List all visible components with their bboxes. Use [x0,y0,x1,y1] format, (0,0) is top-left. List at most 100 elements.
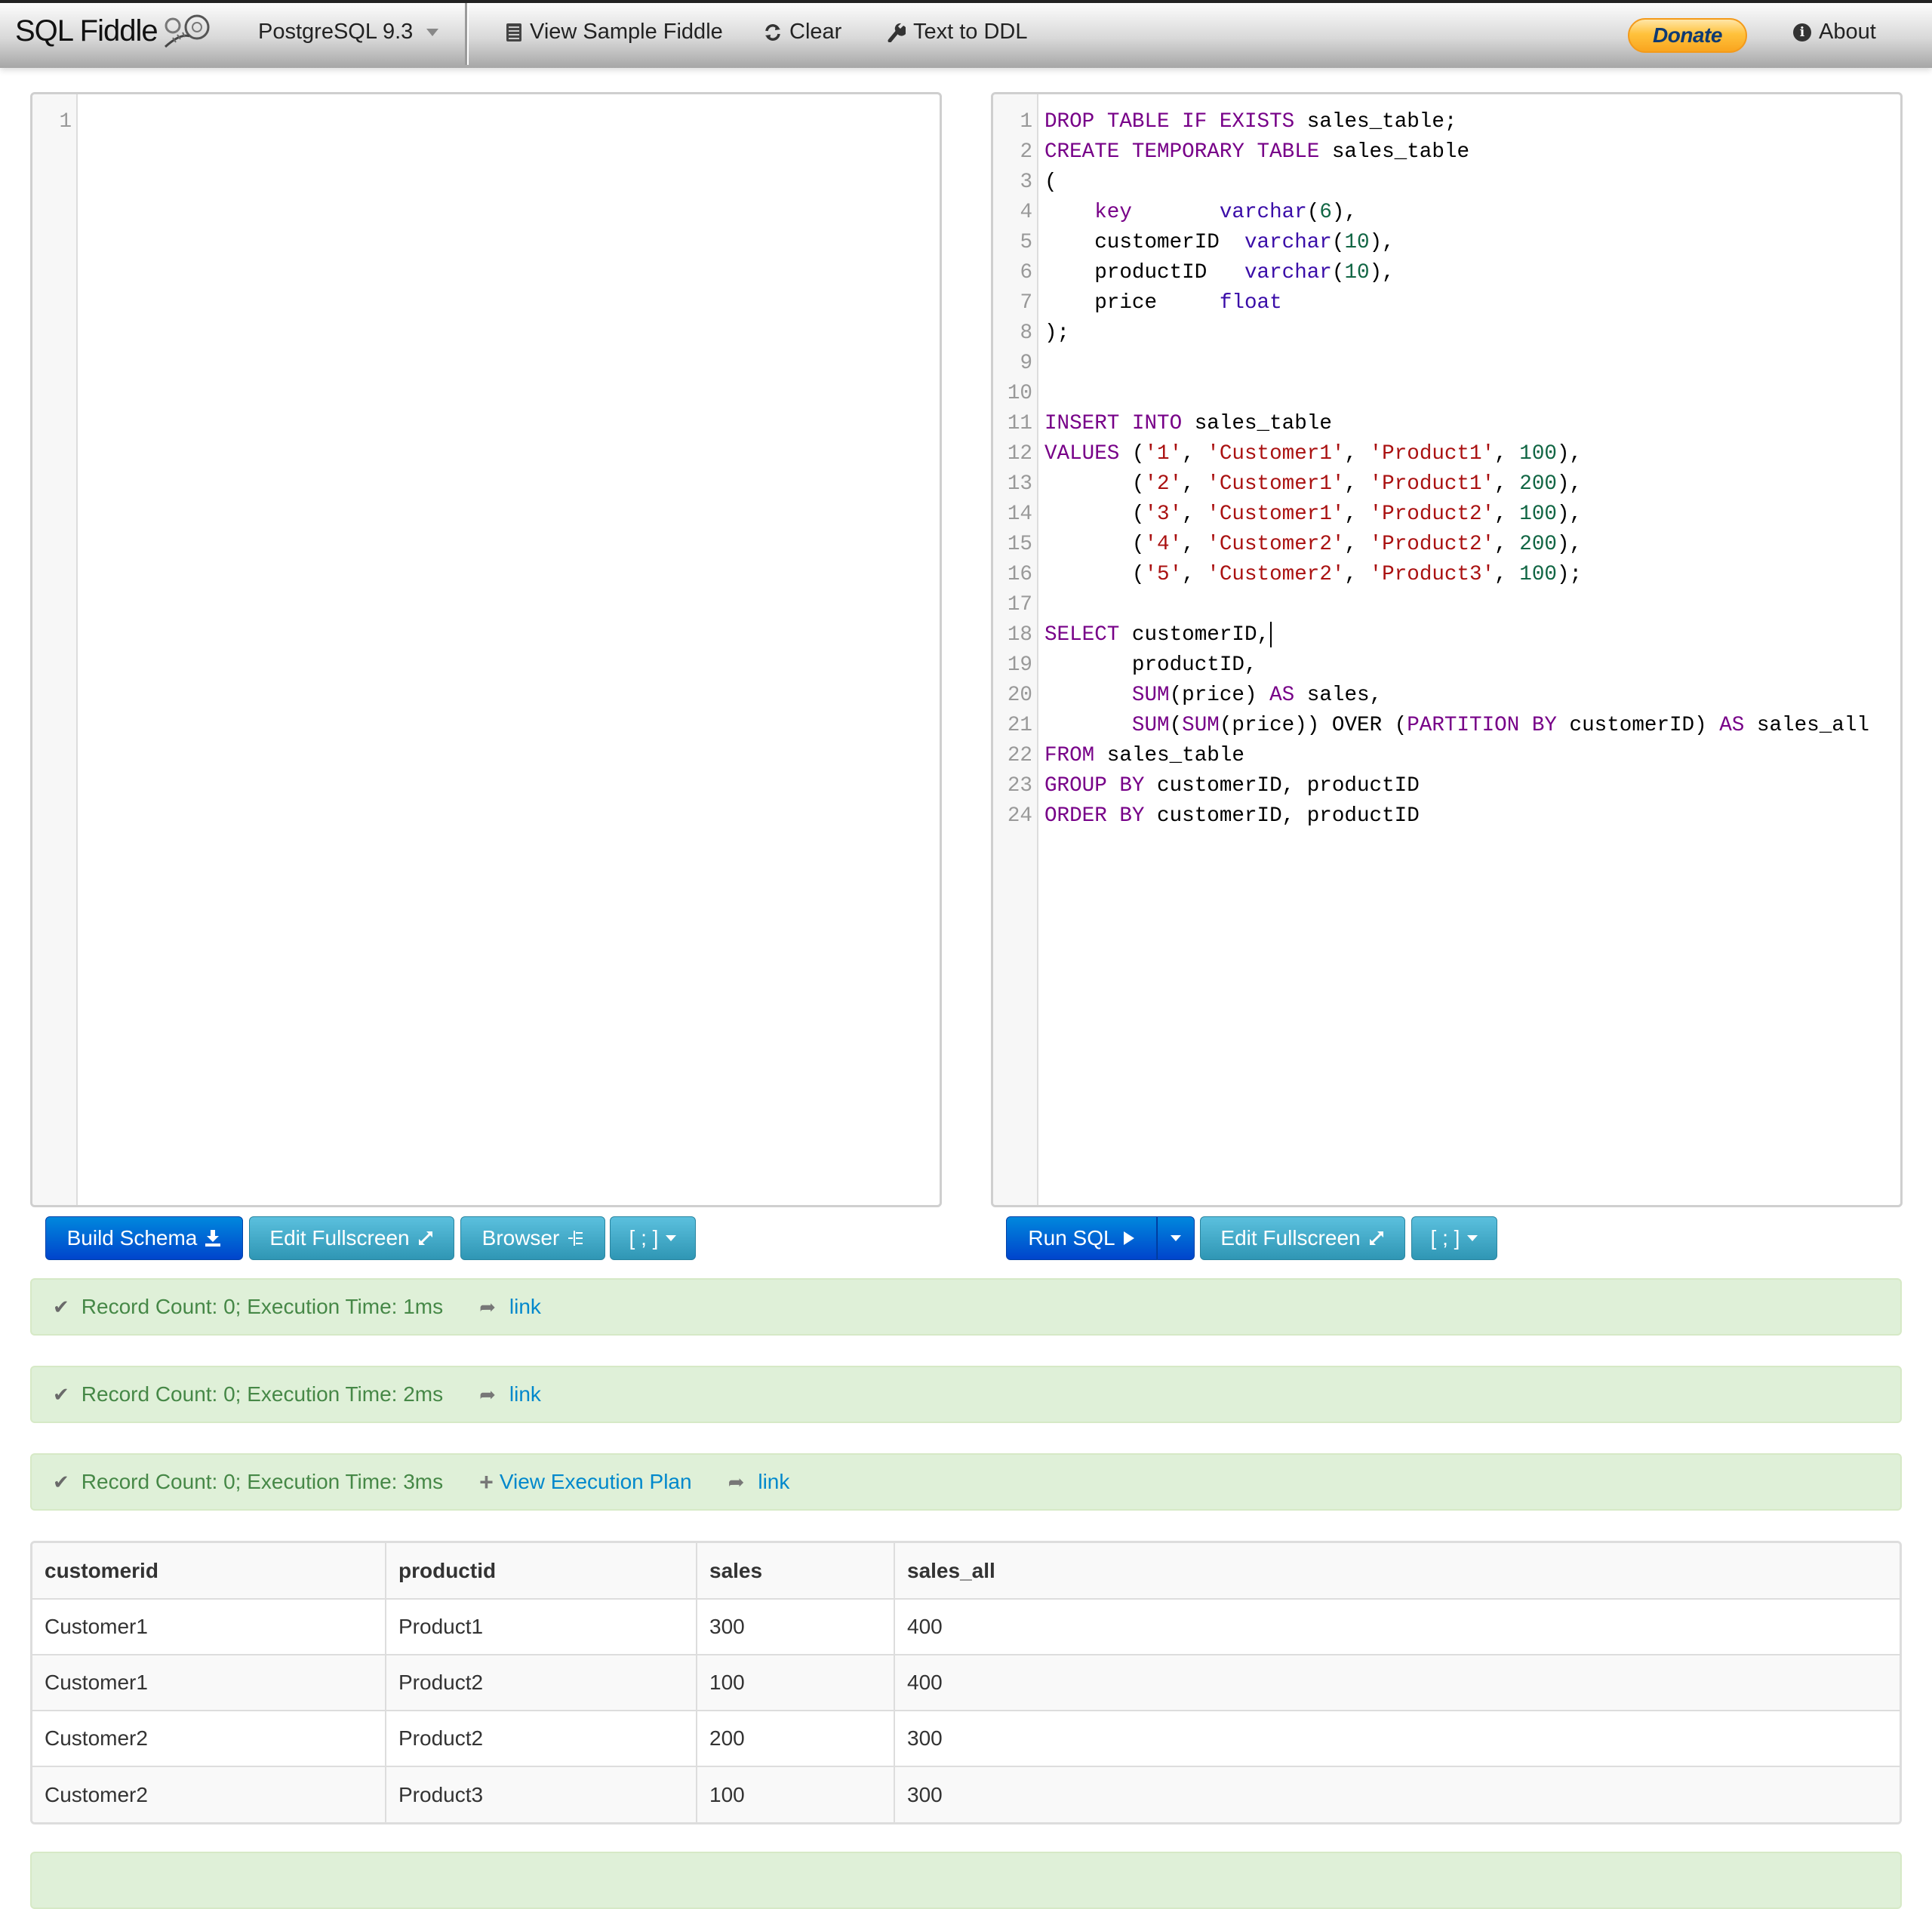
code-token: 'Customer2' [1207,563,1345,586]
code-line[interactable]: 5 customerID varchar(10), [993,228,1900,258]
result-status-1: ✔ Record Count: 0; Execution Time: 1ms ➦… [30,1278,1902,1336]
code-token: sales, [1294,684,1383,707]
permalink-link[interactable]: link [758,1470,789,1494]
text-to-ddl-button[interactable]: Text to DDL [888,20,1028,45]
code-token: 'Product1' [1369,472,1495,496]
code-line[interactable]: 24 ORDER BY customerID, productID [993,801,1900,832]
schema-browser-button[interactable]: Browser [460,1216,605,1260]
brand-logo-link[interactable]: SQL Fiddle [15,14,211,48]
caret-down-icon [666,1235,677,1241]
code-line[interactable]: 3( [993,168,1900,198]
expand-icon [1369,1231,1383,1245]
code-token: INTO [1131,412,1183,435]
code-line[interactable]: 18 SELECT customerID, [993,620,1900,650]
code-token: float [1219,291,1282,315]
line-text: INSERT INTO sales_table [1037,409,1332,439]
schema-code-area[interactable]: 1 [32,107,940,137]
schema-editor[interactable]: 1 [30,92,942,1207]
result-status-4 [30,1852,1902,1909]
query-code-area[interactable]: 1 DROP TABLE IF EXISTS sales_table; 2 CREAT… [993,107,1900,832]
permalink-link[interactable]: link [509,1295,541,1319]
code-line[interactable]: 1 [32,107,940,137]
code-line[interactable]: 15 ('4', 'Customer2', 'Product2', 200), [993,530,1900,560]
database-select[interactable]: PostgreSQL 9.3 [258,20,439,45]
code-token: ( [1169,714,1183,737]
code-token: INSERT [1044,412,1120,435]
line-number: 16 [1007,563,1032,586]
code-token: ), [1369,261,1395,284]
line-text: ( [1037,168,1057,198]
code-line[interactable]: 13 ('2', 'Customer1', 'Product1', 200), [993,469,1900,500]
code-token: 200 [1519,533,1557,556]
code-token: 'Customer1' [1207,472,1345,496]
code-line[interactable]: 9 [993,349,1900,379]
schema-edit-fullscreen-button[interactable]: Edit Fullscreen [249,1216,454,1260]
code-line[interactable]: 10 [993,379,1900,409]
run-sql-button[interactable]: Run SQL [1006,1216,1157,1260]
view-sample-fiddle-button[interactable]: View Sample Fiddle [506,20,723,45]
browser-label: Browser [481,1226,560,1250]
code-token: 100 [1519,503,1557,526]
code-token: ( [1044,472,1145,496]
caret-down-icon [1467,1235,1478,1241]
line-number: 6 [1020,261,1032,284]
line-text [1037,379,1044,409]
query-editor[interactable]: 1 DROP TABLE IF EXISTS sales_table; 2 CREAT… [991,92,1903,1207]
code-token: 100 [1519,442,1557,466]
line-text: ORDER BY customerID, productID [1037,801,1420,832]
code-line[interactable]: 1 DROP TABLE IF EXISTS sales_table; [993,107,1900,137]
code-line[interactable]: 4 key varchar(6), [993,198,1900,228]
code-token: BY [1119,804,1145,828]
cell-productid: Product2 [385,1654,697,1711]
code-token: 'Customer2' [1207,533,1345,556]
donate-button[interactable]: Donate [1628,18,1747,53]
build-schema-button[interactable]: Build Schema [45,1216,243,1260]
edit-fullscreen-label: Edit Fullscreen [269,1226,410,1250]
code-token: ( [1044,533,1145,556]
code-line[interactable]: 20 SUM(price) AS sales, [993,681,1900,711]
code-token: '5' [1144,563,1183,586]
code-token: sales_table [1094,744,1244,767]
code-line[interactable]: 12 VALUES ('1', 'Customer1', 'Product1', … [993,439,1900,469]
code-token: , [1344,503,1370,526]
code-line[interactable]: 8); [993,318,1900,349]
view-execution-plan-link[interactable]: View Execution Plan [500,1470,692,1494]
clear-button[interactable]: Clear [764,20,841,45]
code-token: , [1344,563,1370,586]
code-token: '2' [1144,472,1183,496]
code-token: ), [1556,503,1583,526]
result-status-2: ✔ Record Count: 0; Execution Time: 2ms ➦… [30,1366,1902,1423]
schema-terminator-dropdown[interactable]: [ ; ] [610,1216,696,1260]
line-text: price float [1037,288,1282,318]
code-line[interactable]: 2 CREATE TEMPORARY TABLE sales_table [993,137,1900,168]
wrench-icon [888,23,906,42]
line-number: 9 [1020,352,1032,375]
view-sample-label: View Sample Fiddle [530,20,723,44]
line-text: productID varchar(10), [1037,258,1395,288]
line-number: 21 [1007,714,1032,737]
query-terminator-dropdown[interactable]: [ ; ] [1411,1216,1497,1260]
code-line[interactable]: 14 ('3', 'Customer1', 'Product2', 100), [993,500,1900,530]
code-line[interactable]: 21 SUM(SUM(price)) OVER (PARTITION BY cu… [993,711,1900,741]
code-line[interactable]: 11 INSERT INTO sales_table [993,409,1900,439]
checkmark-icon: ✔ [53,1382,69,1406]
code-line[interactable]: 19 productID, [993,650,1900,681]
code-line[interactable]: 23 GROUP BY customerID, productID [993,771,1900,801]
cell-sales: 100 [696,1654,894,1711]
code-line[interactable]: 6 productID varchar(10), [993,258,1900,288]
code-line[interactable]: 17 [993,590,1900,620]
share-icon: ➦ [479,1295,496,1318]
line-number: 19 [1007,653,1032,677]
run-sql-options-dropdown[interactable] [1157,1216,1195,1260]
line-number: 5 [1020,231,1032,254]
column-header: sales_all [894,1543,1900,1599]
permalink-link[interactable]: link [509,1382,541,1406]
code-line[interactable]: 16 ('5', 'Customer2', 'Product3', 100); [993,560,1900,590]
code-line[interactable]: 7 price float [993,288,1900,318]
code-token: ( [1331,231,1345,254]
status-text: Record Count: 0; Execution Time: 3ms [81,1470,444,1493]
query-edit-fullscreen-button[interactable]: Edit Fullscreen [1200,1216,1405,1260]
code-token: , [1494,563,1520,586]
code-line[interactable]: 22 FROM sales_table [993,741,1900,771]
about-button[interactable]: i About [1793,20,1876,45]
